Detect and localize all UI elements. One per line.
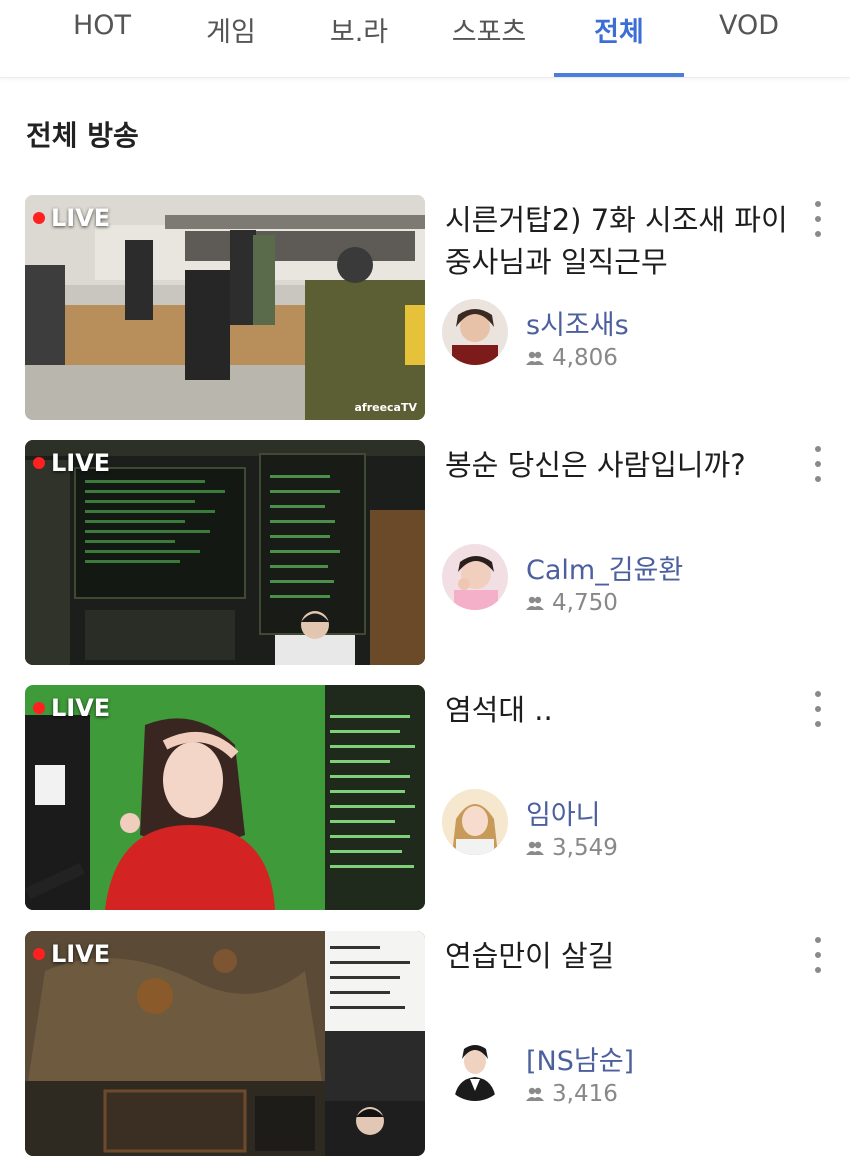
live-dot-icon xyxy=(33,702,45,714)
stream-title[interactable]: 시른거탑2) 7화 시조새 파이 중사님과 일직근무 xyxy=(445,199,790,283)
viewers-icon xyxy=(526,596,544,610)
avatar[interactable] xyxy=(442,544,508,610)
tab-hot[interactable]: HOT xyxy=(52,0,152,78)
live-badge: LIVE xyxy=(33,204,110,232)
category-tab-bar: HOT 게임 보.라 스포츠 전체 VOD xyxy=(0,0,850,78)
active-tab-indicator xyxy=(554,73,684,77)
stream-thumbnail[interactable]: LIVE xyxy=(25,931,425,1156)
section-title: 전체 방송 xyxy=(26,119,139,152)
stream-card[interactable]: LIVE 연습만이 살길 [NS남순] 3,416 xyxy=(0,931,850,1157)
live-badge: LIVE xyxy=(33,694,110,722)
tab-sports[interactable]: 스포츠 xyxy=(434,0,544,78)
avatar[interactable] xyxy=(442,299,508,365)
viewer-count: 4,750 xyxy=(526,590,618,616)
stream-title[interactable]: 염석대 .. xyxy=(445,689,790,731)
stream-card[interactable]: LIVE 봉순 당신은 사람입니까? Calm_김윤환 4,750 xyxy=(0,440,850,666)
more-options-icon[interactable] xyxy=(808,201,828,237)
stream-thumbnail[interactable]: LIVE afreecaTV xyxy=(25,195,425,420)
stream-title[interactable]: 봉순 당신은 사람입니까? xyxy=(445,444,790,486)
live-badge: LIVE xyxy=(33,449,110,477)
stream-title[interactable]: 연습만이 살길 xyxy=(445,935,790,977)
live-dot-icon xyxy=(33,457,45,469)
stream-thumbnail[interactable]: LIVE xyxy=(25,440,425,665)
bj-name[interactable]: [NS남순] xyxy=(526,1039,634,1078)
viewer-count: 3,416 xyxy=(526,1081,618,1107)
bj-name[interactable]: 임아니 xyxy=(526,793,601,832)
tab-all[interactable]: 전체 xyxy=(569,0,669,78)
bj-name[interactable]: s시조새s xyxy=(526,303,629,342)
stream-card[interactable]: LIVE afreecaTV 시른거탑2) 7화 시조새 파이 중사님과 일직근… xyxy=(0,195,850,421)
viewers-icon xyxy=(526,1087,544,1101)
more-options-icon[interactable] xyxy=(808,446,828,482)
tab-game[interactable]: 게임 xyxy=(181,0,281,78)
bj-name[interactable]: Calm_김윤환 xyxy=(526,548,683,587)
more-options-icon[interactable] xyxy=(808,937,828,973)
viewer-count: 4,806 xyxy=(526,345,618,371)
live-dot-icon xyxy=(33,212,45,224)
live-dot-icon xyxy=(33,948,45,960)
more-options-icon[interactable] xyxy=(808,691,828,727)
avatar[interactable] xyxy=(442,789,508,855)
tab-bora[interactable]: 보.라 xyxy=(309,0,409,78)
stream-thumbnail[interactable]: LIVE xyxy=(25,685,425,910)
avatar[interactable] xyxy=(442,1035,508,1101)
viewers-icon xyxy=(526,841,544,855)
viewer-count: 3,549 xyxy=(526,835,618,861)
watermark: afreecaTV xyxy=(354,401,417,414)
viewers-icon xyxy=(526,351,544,365)
stream-card[interactable]: LIVE 염석대 .. 임아니 3,549 xyxy=(0,685,850,911)
tab-vod[interactable]: VOD xyxy=(699,0,799,78)
live-badge: LIVE xyxy=(33,940,110,968)
